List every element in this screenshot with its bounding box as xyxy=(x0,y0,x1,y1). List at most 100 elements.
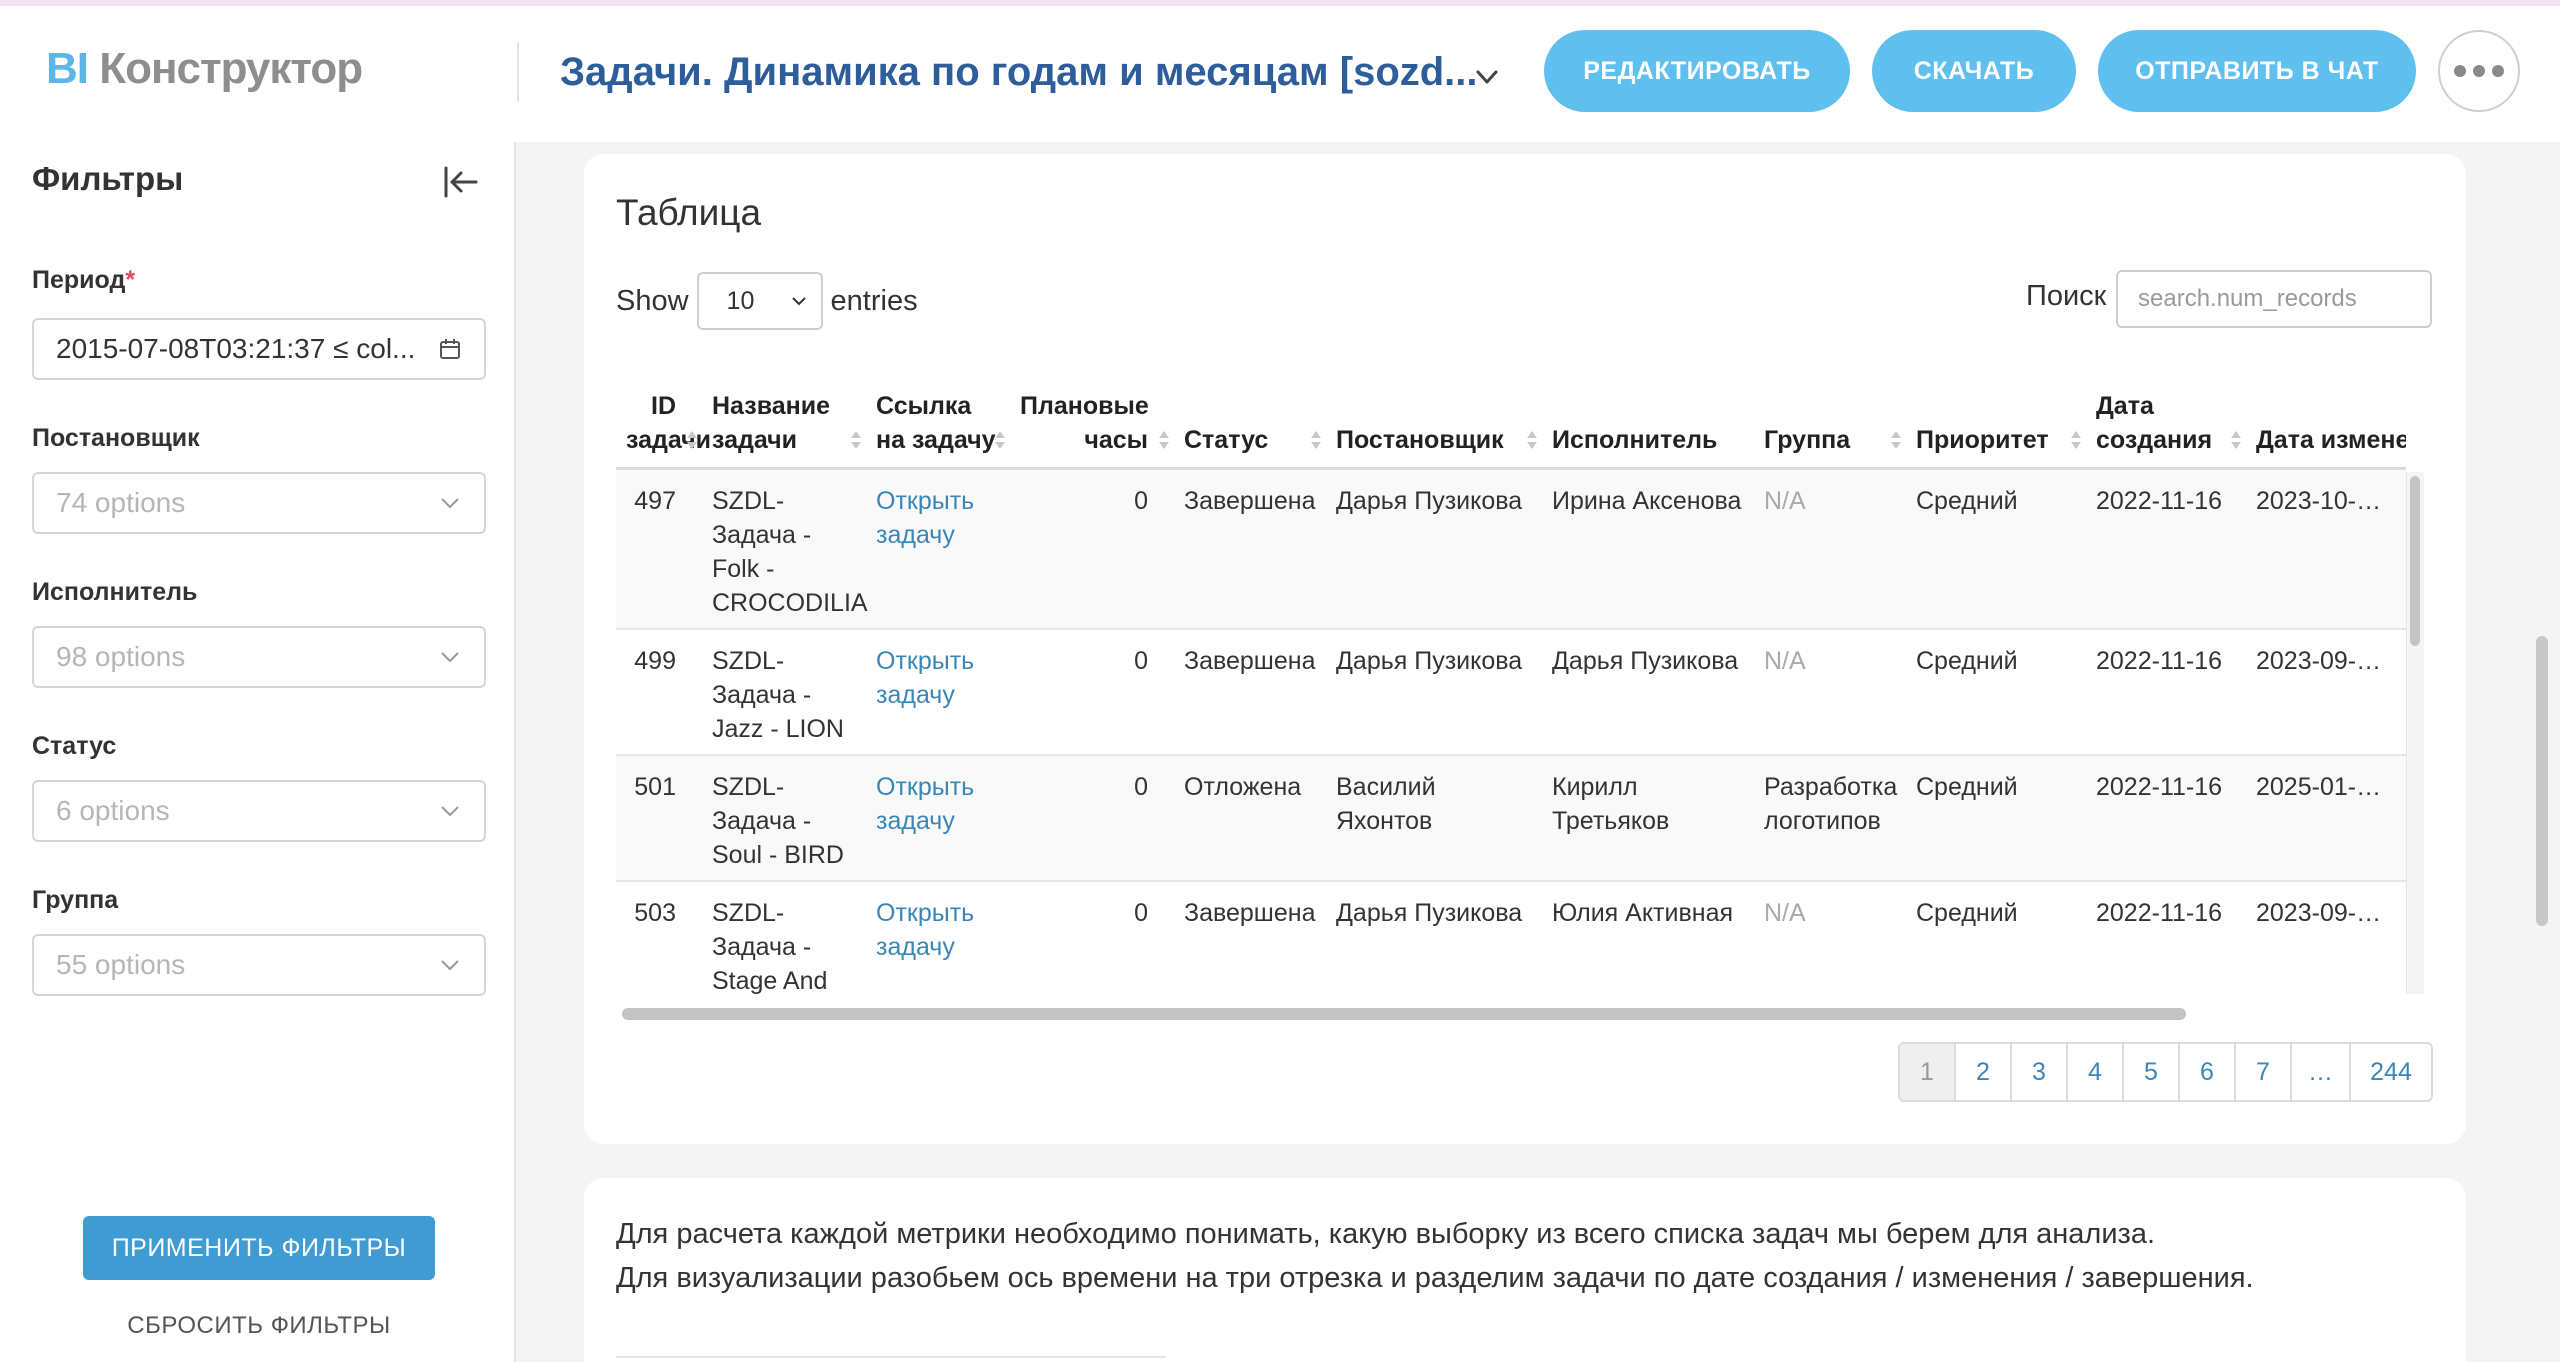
col-header-id[interactable]: ID задачи xyxy=(616,354,711,470)
cell-priority: Средний xyxy=(1906,628,2086,756)
divider xyxy=(616,1356,1166,1358)
sort-icon xyxy=(2231,430,2241,449)
sort-icon xyxy=(1527,430,1537,449)
chevron-down-icon xyxy=(791,297,806,306)
entries-label: entries xyxy=(830,284,918,317)
col-header-link[interactable]: Ссылка на задачу xyxy=(866,354,1010,470)
more-options-button[interactable] xyxy=(2438,30,2520,112)
download-button[interactable]: СКАЧАТЬ xyxy=(1872,30,2076,112)
sort-icon xyxy=(995,430,1005,449)
dashboard-title[interactable]: Задачи. Динамика по годам и месяцам [soz… xyxy=(560,50,1478,95)
page-scroll-thumb[interactable] xyxy=(2536,636,2548,926)
cell-group: Разработка логотипов xyxy=(1754,754,1906,882)
cell-status: Отложена xyxy=(1174,754,1326,882)
table-horizontal-scroll-thumb[interactable] xyxy=(622,1008,2186,1020)
col-header-label: Плановые часы xyxy=(1020,391,1149,454)
page-button-6[interactable]: 6 xyxy=(2180,1044,2236,1100)
data-table-viewport[interactable]: ID задачи Название задачи Ссылка на зада… xyxy=(616,354,2406,994)
status-select[interactable]: 6 options xyxy=(32,780,486,842)
col-header-reporter[interactable]: Постановщик xyxy=(1326,354,1542,470)
send-to-chat-button[interactable]: ОТПРАВИТЬ В ЧАТ xyxy=(2098,30,2416,112)
cell-group: N/A xyxy=(1754,628,1906,756)
cell-link: Открыть задачу xyxy=(866,468,1010,630)
sort-icon xyxy=(1159,430,1169,449)
col-header-label: Постановщик xyxy=(1336,425,1504,454)
reporter-select[interactable]: 74 options xyxy=(32,472,486,534)
table-row: 497 SZDL-Задача - Folk - CROCODILIA Откр… xyxy=(616,468,2406,630)
entries-per-page-select[interactable]: 10 xyxy=(696,272,823,330)
search-label: Поиск xyxy=(2026,280,2107,312)
col-header-assignee[interactable]: Исполнитель xyxy=(1542,354,1754,470)
cell-reporter: Дарья Пузикова xyxy=(1326,628,1542,756)
sort-icon xyxy=(1891,430,1901,449)
reset-filters-button[interactable]: СБРОСИТЬ ФИЛЬТРЫ xyxy=(83,1312,435,1352)
cell-created: 2022-11-16 xyxy=(2086,628,2246,756)
col-header-label: Название задачи xyxy=(712,391,831,454)
group-select[interactable]: 55 options xyxy=(32,934,486,996)
more-dot-icon xyxy=(2492,65,2504,77)
tasks-table: ID задачи Название задачи Ссылка на зада… xyxy=(616,354,2406,994)
cell-id: 497 xyxy=(616,468,702,630)
cell-priority: Средний xyxy=(1906,468,2086,630)
apply-filters-button[interactable]: ПРИМЕНИТЬ ФИЛЬТРЫ xyxy=(83,1216,435,1280)
page-button-4[interactable]: 4 xyxy=(2068,1044,2124,1100)
col-header-label: Приоритет xyxy=(1916,425,2049,454)
description-line-2: Для визуализации разобьем ось времени на… xyxy=(616,1262,2254,1294)
page-button-last[interactable]: 244 xyxy=(2351,1044,2431,1100)
app-header: BI Конструктор Задачи. Динамика по годам… xyxy=(0,6,2560,142)
table-card: Таблица Show 10 entries Поиск ID задачи … xyxy=(584,154,2466,1144)
collapse-sidebar-icon[interactable] xyxy=(440,162,480,202)
chevron-down-icon xyxy=(441,806,459,817)
status-placeholder: 6 options xyxy=(56,795,170,826)
description-card: Для расчета каждой метрики необходимо по… xyxy=(584,1178,2466,1362)
page-button-7[interactable]: 7 xyxy=(2236,1044,2292,1100)
col-header-status[interactable]: Статус xyxy=(1174,354,1326,470)
open-task-link[interactable]: Открыть задачу xyxy=(876,647,974,709)
page-button-1[interactable]: 1 xyxy=(1900,1044,1956,1100)
search-input[interactable] xyxy=(2116,270,2432,328)
more-dot-icon xyxy=(2454,65,2466,77)
col-header-priority[interactable]: Приоритет xyxy=(1906,354,2086,470)
period-date-range-input[interactable]: 2015-07-08T03:21:37 ≤ col... xyxy=(32,318,486,380)
chevron-down-icon[interactable] xyxy=(1470,66,1504,90)
cell-hours: 0 xyxy=(1010,468,1174,630)
cell-priority: Средний xyxy=(1906,754,2086,882)
logo-bi: BI xyxy=(46,44,89,93)
col-header-modified[interactable]: Дата изменения xyxy=(2246,354,2406,470)
cell-status: Завершена xyxy=(1174,880,1326,994)
cell-modified: 2023-09-… xyxy=(2246,880,2406,994)
chevron-down-icon xyxy=(441,652,459,663)
cell-assignee: Юлия Активная xyxy=(1542,880,1754,994)
cell-assignee: Кирилл Третьяков xyxy=(1542,754,1754,882)
period-label-text: Период xyxy=(32,266,126,294)
description-line-1: Для расчета каждой метрики необходимо по… xyxy=(616,1218,2156,1250)
cell-created: 2022-11-16 xyxy=(2086,468,2246,630)
open-task-link[interactable]: Открыть задачу xyxy=(876,773,974,835)
app-logo[interactable]: BI Конструктор xyxy=(46,44,363,94)
col-header-group[interactable]: Группа xyxy=(1754,354,1906,470)
col-header-planned-hours[interactable]: Плановые часы xyxy=(1010,354,1174,470)
group-placeholder: 55 options xyxy=(56,949,186,980)
table-row: 503 SZDL-Задача - Stage And Screen Откры… xyxy=(616,880,2406,994)
col-header-created[interactable]: Дата создания xyxy=(2086,354,2246,470)
table-vertical-scroll-thumb[interactable] xyxy=(2410,476,2420,646)
cell-status: Завершена xyxy=(1174,468,1326,630)
sort-icon xyxy=(1311,430,1321,449)
open-task-link[interactable]: Открыть задачу xyxy=(876,899,974,961)
page-button-2[interactable]: 2 xyxy=(1956,1044,2012,1100)
page-button-3[interactable]: 3 xyxy=(2012,1044,2068,1100)
table-row: 499 SZDL-Задача - Jazz - LION Открыть за… xyxy=(616,628,2406,756)
col-header-name[interactable]: Название задачи xyxy=(702,354,866,470)
edit-button[interactable]: РЕДАКТИРОВАТЬ xyxy=(1544,30,1850,112)
open-task-link[interactable]: Открыть задачу xyxy=(876,487,974,549)
page-button-5[interactable]: 5 xyxy=(2124,1044,2180,1100)
assignee-label: Исполнитель xyxy=(32,578,198,606)
col-header-label: Дата изменения xyxy=(2256,425,2406,454)
cell-reporter: Дарья Пузикова xyxy=(1326,468,1542,630)
cell-hours: 0 xyxy=(1010,628,1174,756)
status-label: Статус xyxy=(32,732,117,760)
assignee-select[interactable]: 98 options xyxy=(32,626,486,688)
sort-icon xyxy=(851,430,861,449)
col-header-label: ID задачи xyxy=(626,391,712,454)
sort-icon xyxy=(687,430,697,449)
